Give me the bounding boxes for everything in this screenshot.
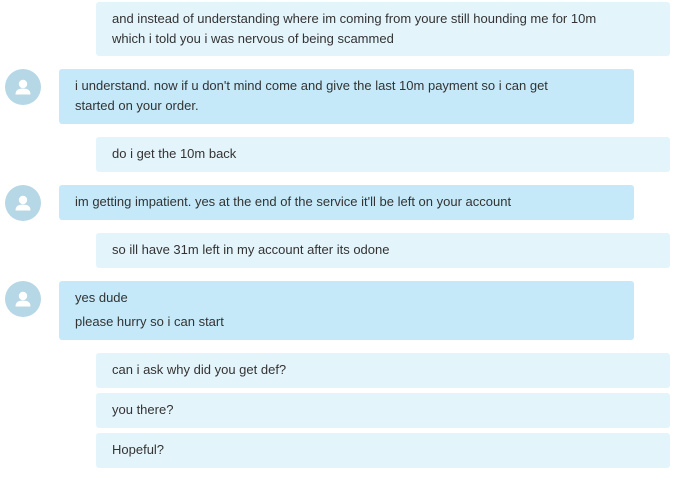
default-user-avatar-icon: [15, 195, 31, 211]
outgoing-message-bubble[interactable]: you there?: [96, 393, 670, 428]
message-text-line: which i told you i was nervous of being …: [112, 31, 394, 46]
message-text-line: you there?: [112, 402, 174, 417]
message-text-line: im getting impatient. yes at the end of …: [75, 194, 512, 209]
message-text-line: i understand. now if u don't mind come a…: [75, 78, 548, 93]
contact-avatar[interactable]: [5, 281, 41, 317]
message-text-line: and instead of understanding where im co…: [112, 11, 597, 26]
outgoing-message-bubble[interactable]: can i ask why did you get def?: [96, 353, 670, 388]
message-text-line: do i get the 10m back: [112, 146, 237, 161]
incoming-message-bubble[interactable]: i understand. now if u don't mind come a…: [59, 69, 634, 124]
chat-conversation: and instead of understanding where im co…: [0, 0, 688, 483]
outgoing-message-bubble[interactable]: and instead of understanding where im co…: [96, 2, 670, 56]
incoming-message-bubble[interactable]: im getting impatient. yes at the end of …: [59, 185, 634, 220]
outgoing-message-bubble[interactable]: do i get the 10m back: [96, 137, 670, 172]
outgoing-message-bubble[interactable]: Hopeful?: [96, 433, 670, 468]
message-text-line: can i ask why did you get def?: [112, 362, 287, 377]
message-text-line: so ill have 31m left in my account after…: [112, 242, 390, 257]
message-text-line: Hopeful?: [112, 442, 165, 457]
default-user-avatar-icon: [15, 79, 31, 95]
message-text-line: started on your order.: [75, 98, 199, 113]
contact-avatar[interactable]: [5, 185, 41, 221]
message-text-line: please hurry so i can start: [75, 314, 224, 329]
contact-avatar[interactable]: [5, 69, 41, 105]
incoming-message-bubble[interactable]: yes dude please hurry so i can start: [59, 281, 634, 340]
default-user-avatar-icon: [15, 291, 31, 307]
message-text-line: yes dude: [75, 290, 128, 305]
outgoing-message-bubble[interactable]: so ill have 31m left in my account after…: [96, 233, 670, 268]
